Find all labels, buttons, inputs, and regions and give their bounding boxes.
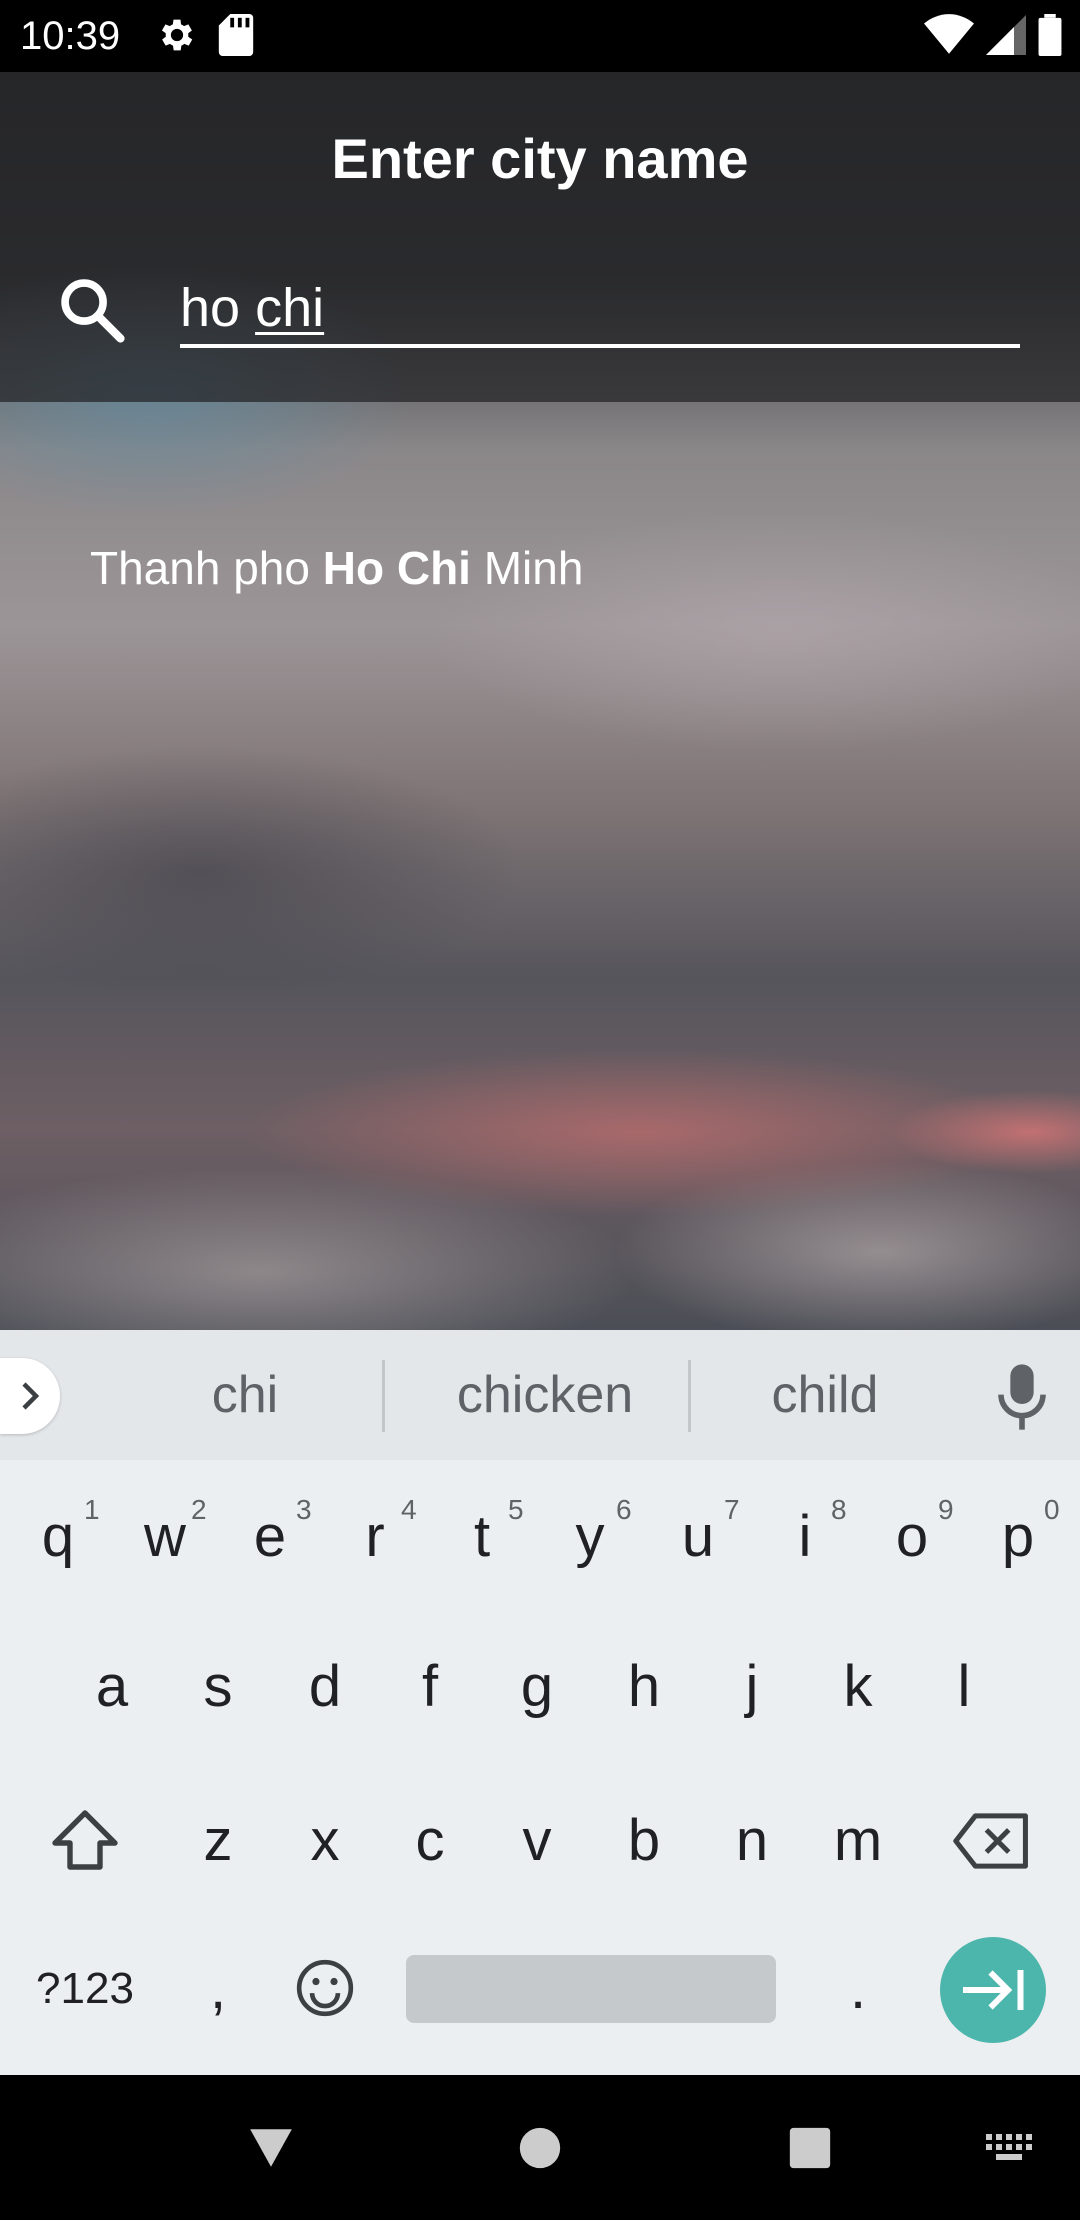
symbols-key[interactable]: ?123 [20,1929,150,2049]
key-b[interactable]: b [594,1781,694,1901]
key-z[interactable]: z [168,1781,268,1901]
key-hint: 4 [401,1494,417,1525]
key-e[interactable]: e3 [220,1477,320,1597]
search-header: Enter city name ho chi [0,72,1080,402]
suggestion-word-2[interactable]: chicken [400,1360,690,1430]
key-s[interactable]: s [168,1627,268,1747]
key-x[interactable]: x [275,1781,375,1901]
chevron-right-icon [22,1382,40,1410]
enter-key[interactable] [940,1937,1046,2043]
key-hint: 6 [616,1494,632,1525]
wifi-icon [924,14,974,54]
expand-toolbar-button[interactable] [0,1358,60,1434]
period-key[interactable]: . [808,1929,908,2049]
key-label: e [253,1504,287,1569]
key-label: p [1001,1504,1035,1569]
result-text-before: Thanh pho [90,542,323,594]
key-label: u [681,1504,715,1569]
key-v[interactable]: v [487,1781,587,1901]
key-q[interactable]: q1 [8,1477,108,1597]
city-result-item[interactable]: Thanh pho Ho Chi Minh [90,538,583,598]
key-l[interactable]: l [914,1627,1014,1747]
key-t[interactable]: t5 [432,1477,532,1597]
search-typed-prefix: ho [180,278,256,338]
space-key[interactable] [406,1955,776,2023]
key-hint: 7 [724,1494,740,1525]
back-icon[interactable] [246,2123,296,2173]
status-bar: 10:39 [0,0,1080,72]
next-arrow-icon [963,1970,1024,2010]
search-field[interactable]: ho chi [180,268,1020,348]
key-g[interactable]: g [487,1627,587,1747]
key-k[interactable]: k [808,1627,908,1747]
shift-icon [52,1810,118,1870]
key-hint: 5 [508,1494,524,1525]
key-u[interactable]: u7 [648,1477,748,1597]
key-o[interactable]: o9 [862,1477,962,1597]
home-icon[interactable] [518,2126,562,2170]
emoji-key[interactable] [275,1929,375,2049]
key-y[interactable]: y6 [540,1477,640,1597]
key-hint: 3 [296,1494,312,1525]
status-right-icons [924,14,1062,56]
status-left-icons [156,14,254,56]
suggestion-word-3[interactable]: child [700,1360,950,1430]
signal-icon [986,15,1026,55]
key-hint: 8 [831,1494,847,1525]
navigation-bar [0,2075,1080,2220]
key-m[interactable]: m [808,1781,908,1901]
key-i[interactable]: i8 [755,1477,855,1597]
microphone-icon[interactable] [994,1362,1050,1432]
backspace-key[interactable] [942,1781,1042,1901]
key-hint: 9 [938,1494,954,1525]
key-hint: 0 [1044,1494,1060,1525]
search-input[interactable]: ho chi [180,276,324,340]
key-r[interactable]: r4 [325,1477,425,1597]
key-label: w [144,1504,186,1569]
key-d[interactable]: d [275,1627,375,1747]
suggestion-divider [382,1360,385,1432]
sky-background: Enter city name ho chi Thanh pho Ho Chi … [0,72,1080,1330]
keyboard-switch-icon[interactable] [986,2133,1038,2167]
status-time: 10:39 [20,14,121,58]
search-icon [61,279,125,343]
key-label: r [365,1504,385,1569]
key-h[interactable]: h [594,1627,694,1747]
key-label: o [895,1504,929,1569]
key-j[interactable]: j [702,1627,802,1747]
key-label: q [41,1504,75,1569]
key-a[interactable]: a [62,1627,162,1747]
key-label: i [798,1504,812,1569]
suggestion-word-1[interactable]: chi [110,1360,380,1430]
search-composing-word: chi [255,278,325,338]
suggestion-strip: chi chicken child [0,1330,1080,1460]
key-c[interactable]: c [380,1781,480,1901]
settings-icon [161,19,193,51]
result-text-match: Ho Chi [322,542,471,594]
emoji-icon [296,1959,354,2017]
key-hint: 1 [84,1494,100,1525]
key-n[interactable]: n [702,1781,802,1901]
suggestion-divider [688,1360,691,1432]
result-text-after: Minh [470,542,584,594]
key-hint: 2 [191,1494,207,1525]
key-label: t [473,1504,491,1569]
sd-card-icon [218,14,254,56]
key-p[interactable]: p0 [968,1477,1068,1597]
key-f[interactable]: f [380,1627,480,1747]
key-w[interactable]: w2 [115,1477,215,1597]
recents-icon[interactable] [788,2126,832,2170]
backspace-icon [953,1813,1028,1869]
comma-key[interactable]: , [168,1929,268,2049]
battery-icon [1038,14,1062,56]
page-title: Enter city name [331,127,749,190]
shift-key[interactable] [30,1781,140,1901]
key-label: y [575,1504,605,1569]
